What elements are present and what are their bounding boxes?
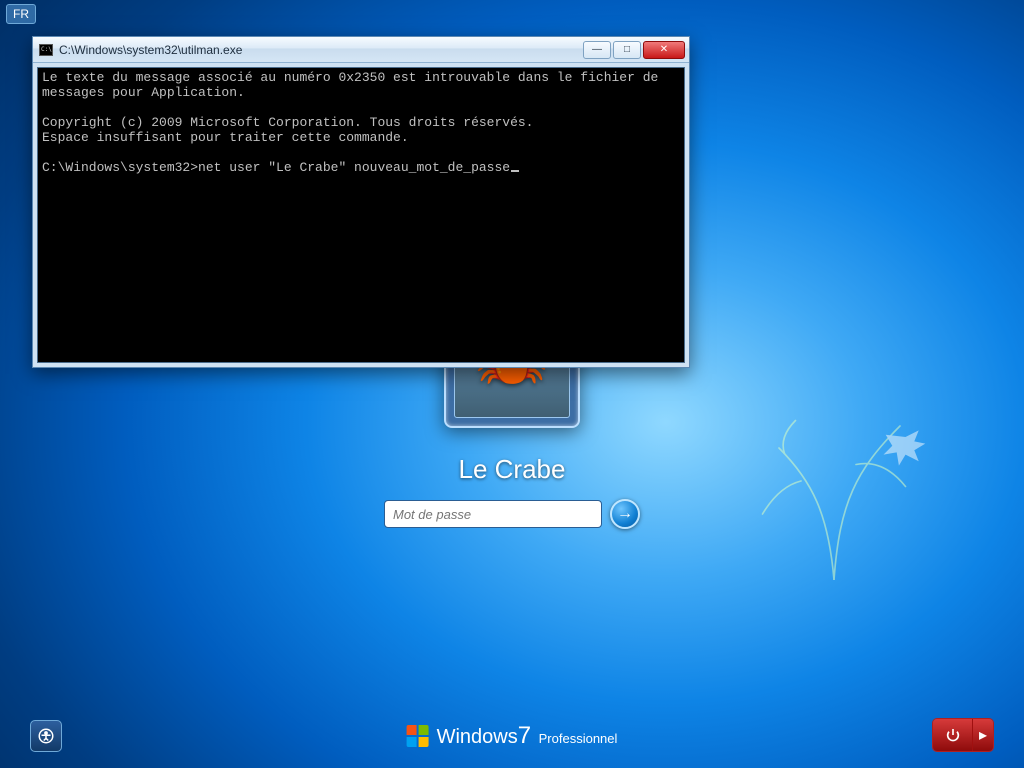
window-titlebar[interactable]: C:\Windows\system32\utilman.exe — □ ✕ (33, 37, 689, 63)
password-input[interactable] (384, 500, 602, 528)
brand-version: 7 (518, 722, 531, 749)
ease-of-access-button[interactable] (30, 720, 62, 752)
maximize-button[interactable]: □ (613, 41, 641, 59)
brand-product: Windows (437, 726, 518, 748)
username-label: Le Crabe (459, 454, 566, 485)
close-button[interactable]: ✕ (643, 41, 685, 59)
submit-login-button[interactable]: → (610, 499, 640, 529)
ease-of-access-icon (37, 727, 55, 745)
terminal-cursor (511, 170, 519, 172)
terminal-line: C:\Windows\system32>net user "Le Crabe" … (42, 160, 510, 175)
maximize-icon: □ (624, 44, 630, 55)
arrow-right-icon: → (617, 505, 633, 523)
chevron-right-icon: ▸ (979, 725, 987, 745)
close-icon: ✕ (660, 44, 668, 55)
terminal-line: Le texte du message associé au numéro 0x… (42, 70, 658, 85)
terminal-line: Copyright (c) 2009 Microsoft Corporation… (42, 115, 533, 130)
background-decoration (724, 360, 944, 580)
terminal-line: messages pour Application. (42, 85, 245, 100)
language-indicator[interactable]: FR (6, 4, 36, 24)
command-prompt-window[interactable]: C:\Windows\system32\utilman.exe — □ ✕ Le… (32, 36, 690, 368)
brand-edition: Professionnel (539, 731, 618, 746)
terminal-output[interactable]: Le texte du message associé au numéro 0x… (37, 67, 685, 363)
minimize-button[interactable]: — (583, 41, 611, 59)
cmd-icon (39, 44, 53, 56)
shutdown-options-button[interactable]: ▸ (973, 719, 993, 751)
window-title: C:\Windows\system32\utilman.exe (59, 43, 583, 57)
shutdown-button[interactable] (933, 719, 973, 751)
power-button-group: ▸ (932, 718, 994, 752)
minimize-icon: — (592, 44, 602, 55)
power-icon (945, 727, 961, 743)
windows-branding: Windows7 Professionnel (407, 722, 618, 750)
terminal-line: Espace insuffisant pour traiter cette co… (42, 130, 409, 145)
windows-logo-icon (407, 725, 429, 747)
